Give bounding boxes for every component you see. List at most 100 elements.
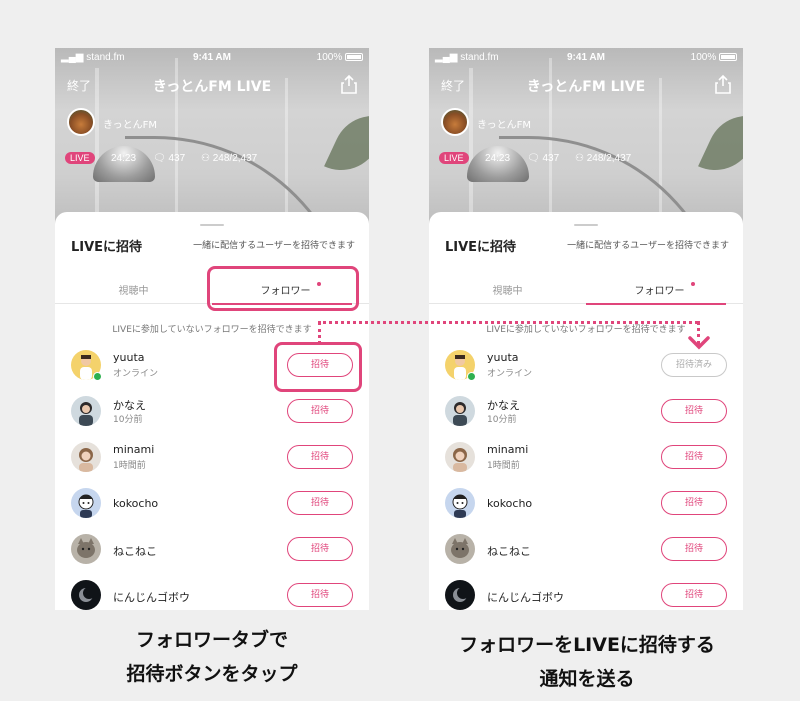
host-name: きっとんFM: [103, 120, 157, 131]
user-name: yuuta: [113, 351, 145, 364]
invite-button[interactable]: 招待: [661, 537, 727, 561]
person-icon: ⚇: [575, 153, 584, 164]
list-item: ねこねこ 招待: [429, 530, 743, 574]
avatar-kokocho: [71, 488, 101, 518]
avatar-minami: [71, 442, 101, 472]
battery-indicator: 100%: [317, 52, 363, 63]
user-name: にんじんゴボウ: [487, 591, 564, 604]
user-name: minami: [113, 443, 155, 456]
invited-button[interactable]: 招待済み: [661, 353, 727, 377]
invite-button[interactable]: 招待: [287, 537, 353, 561]
followers-tab-highlight: [207, 266, 359, 311]
sheet-handle[interactable]: [200, 224, 224, 226]
user-last-seen: 10分前: [113, 415, 143, 425]
user-last-seen: 10分前: [487, 415, 517, 425]
tab-watching[interactable]: 視聴中: [429, 282, 586, 297]
user-name: ねこねこ: [487, 545, 531, 558]
invite-button[interactable]: 招待: [661, 399, 727, 423]
host-name: きっとんFM: [477, 120, 531, 131]
live-background-photo: [429, 48, 743, 228]
user-last-seen: 1時間前: [113, 461, 146, 471]
list-item: かなえ 10分前 招待: [429, 392, 743, 436]
list-item: にんじんゴボウ 招待: [55, 576, 369, 610]
avatar-kanae: [71, 396, 101, 426]
live-stats: LIVE 24:23 🗨 437 ⚇ 248/2,437: [65, 152, 359, 168]
live-badge: LIVE: [439, 152, 469, 164]
user-name: ねこねこ: [113, 545, 157, 558]
dotted-connector-left: [318, 322, 321, 344]
invite-button[interactable]: 招待: [661, 445, 727, 469]
invite-button[interactable]: 招待: [287, 445, 353, 469]
sheet-title: LIVEに招待: [71, 240, 143, 255]
sheet-description: 一緒に配信するユーザーを招待できます: [193, 241, 355, 251]
avatar-nekoneko: [445, 534, 475, 564]
active-tab-indicator: [586, 303, 726, 305]
avatar-minami: [445, 442, 475, 472]
list-item: にんじんゴボウ 招待: [429, 576, 743, 610]
battery-icon: [719, 53, 737, 62]
list-item: kokocho 招待: [55, 484, 369, 528]
user-last-seen: オンライン: [487, 369, 533, 379]
person-icon: ⚇: [201, 153, 210, 164]
status-bar: ▂▄▆ stand.fm 9:41 AM 100%: [435, 52, 737, 66]
elapsed-time: 24:23: [485, 153, 511, 164]
elapsed-time: 24:23: [111, 153, 137, 164]
sheet-title: LIVEに招待: [445, 240, 517, 255]
phone-screen-after: ▂▄▆ stand.fm 9:41 AM 100% 終了 きっとんFM LIVE…: [429, 48, 743, 610]
caption-left: フォロワータブで 招待ボタンをタップ: [126, 629, 298, 685]
invite-button[interactable]: 招待: [661, 583, 727, 607]
avatar-kanae: [445, 396, 475, 426]
list-item: minami 1時間前 招待: [55, 438, 369, 482]
caption-right: フォロワーをLIVEに招待する 通知を送る: [459, 634, 715, 690]
list-item: ねこねこ 招待: [55, 530, 369, 574]
user-name: minami: [487, 443, 529, 456]
live-title: きっとんFM LIVE: [152, 79, 272, 95]
phone-screen-before: ▂▄▆ stand.fm 9:41 AM 100% 終了 きっとんFM LIVE…: [55, 48, 369, 610]
user-name: かなえ: [487, 399, 520, 412]
share-icon[interactable]: [715, 74, 731, 94]
avatar-kokocho: [445, 488, 475, 518]
list-item: minami 1時間前 招待: [429, 438, 743, 482]
live-badge: LIVE: [65, 152, 95, 164]
list-item: kokocho 招待: [429, 484, 743, 528]
comment-count: 🗨 437: [527, 153, 560, 164]
host-avatar: [67, 108, 95, 136]
tab-watching[interactable]: 視聴中: [55, 282, 212, 297]
arrow-down-icon: [688, 336, 710, 350]
tab-followers[interactable]: フォロワー: [586, 282, 743, 297]
user-name: kokocho: [113, 497, 159, 510]
host-avatar: [441, 108, 469, 136]
avatar-ninjin: [445, 580, 475, 610]
invite-sheet: LIVEに招待 一緒に配信するユーザーを招待できます 視聴中 フォロワー LIV…: [429, 212, 743, 610]
notification-dot: [690, 282, 695, 286]
share-icon[interactable]: [341, 74, 357, 94]
avatar-ninjin: [71, 580, 101, 610]
battery-icon: [345, 53, 363, 62]
invite-button[interactable]: 招待: [287, 491, 353, 515]
online-status-dot: [467, 372, 476, 381]
sheet-handle[interactable]: [574, 224, 598, 226]
status-bar: ▂▄▆ stand.fm 9:41 AM 100%: [61, 52, 363, 66]
battery-indicator: 100%: [691, 52, 737, 63]
user-last-seen: 1時間前: [487, 461, 520, 471]
live-stats: LIVE 24:23 🗨 437 ⚇ 248/2,437: [439, 152, 733, 168]
list-item: かなえ 10分前 招待: [55, 392, 369, 436]
user-name: yuuta: [487, 351, 519, 364]
user-name: kokocho: [487, 497, 533, 510]
user-name: にんじんゴボウ: [113, 591, 190, 604]
invite-button-highlight: [274, 342, 362, 392]
invite-button[interactable]: 招待: [287, 583, 353, 607]
list-item: yuuta オンライン 招待済み: [429, 346, 743, 390]
invite-button[interactable]: 招待: [287, 399, 353, 423]
user-name: かなえ: [113, 399, 146, 412]
user-last-seen: オンライン: [113, 369, 159, 379]
online-status-dot: [93, 372, 102, 381]
invite-button[interactable]: 招待: [661, 491, 727, 515]
live-title: きっとんFM LIVE: [526, 79, 646, 95]
comment-icon: 🗨: [153, 153, 166, 164]
tab-bar: 視聴中 フォロワー: [429, 274, 743, 305]
comment-icon: 🗨: [527, 153, 540, 164]
comment-count: 🗨 437: [153, 153, 186, 164]
listener-count: ⚇ 248/2,437: [575, 153, 632, 164]
sheet-description: 一緒に配信するユーザーを招待できます: [567, 241, 729, 251]
